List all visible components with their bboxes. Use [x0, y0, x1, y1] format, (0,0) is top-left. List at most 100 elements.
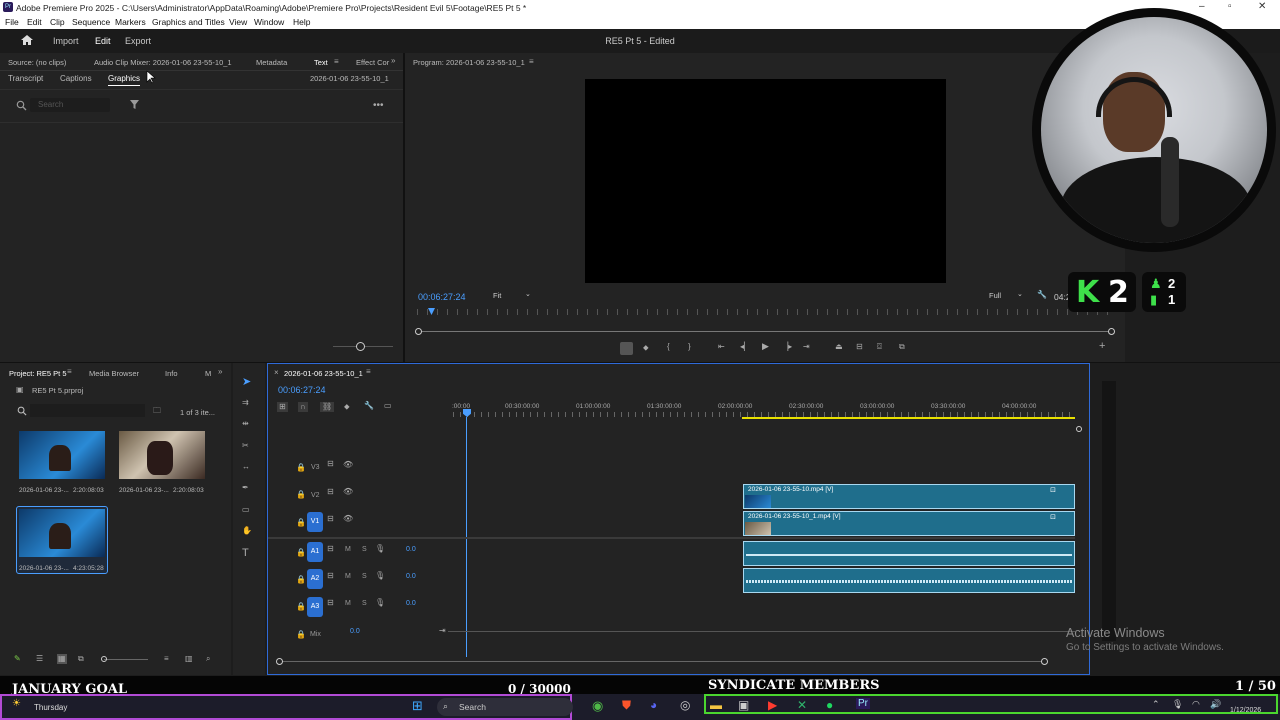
new-bin-icon[interactable]: 🗀	[153, 407, 161, 415]
captions-icon[interactable]: ▭	[384, 402, 392, 410]
hand-tool-icon[interactable]: ✋	[242, 527, 252, 535]
timeline-sequence-tab[interactable]: 2026-01-06 23-55-10_1	[284, 369, 363, 378]
chrome-icon[interactable]: ◉	[592, 698, 603, 714]
solo-button[interactable]: S	[362, 546, 367, 553]
microphone-icon[interactable]: 🎙	[375, 545, 385, 553]
menu-window[interactable]: Window	[254, 17, 284, 27]
audio-clip-a2[interactable]	[743, 568, 1075, 593]
menu-file[interactable]: File	[5, 17, 19, 27]
zoom-select[interactable]: Fit ⌄	[489, 289, 535, 302]
mark-out-icon[interactable]: }	[688, 343, 691, 351]
lock-icon[interactable]: 🔒	[296, 631, 306, 639]
taskbar-search[interactable]: ⌕ Search	[437, 698, 573, 716]
menu-sequence[interactable]: Sequence	[72, 17, 110, 27]
tab-media-browser[interactable]: Media Browser	[89, 369, 139, 378]
panel-menu-icon[interactable]: ≡	[334, 58, 339, 66]
video-clip-v1[interactable]: 2026-01-06 23-55-10_1.mp4 [V] ⊡	[743, 511, 1075, 536]
wrench-icon[interactable]: 🔧	[1037, 291, 1047, 299]
discord-icon[interactable]: ◕	[650, 698, 657, 712]
zoom-bar-start-handle[interactable]	[415, 328, 422, 335]
menu-markers[interactable]: Markers	[115, 17, 146, 27]
nest-icon[interactable]: ⊞	[277, 402, 288, 412]
razor-tool-icon[interactable]: ✂	[242, 442, 249, 450]
go-to-out-icon[interactable]: ⇥	[803, 343, 810, 351]
excel-icon[interactable]: ✕	[797, 698, 807, 712]
eye-icon[interactable]: 👁	[343, 515, 353, 523]
close-tab-icon[interactable]: ×	[274, 369, 279, 377]
maximize-icon[interactable]: ▫	[1228, 1, 1232, 12]
lock-icon[interactable]: 🔒	[296, 576, 306, 584]
windows-start-icon[interactable]: ⊞	[412, 698, 423, 714]
subtab-transcript[interactable]: Transcript	[8, 74, 43, 83]
automate-icon[interactable]: ▥	[185, 655, 193, 663]
eye-icon[interactable]: 👁	[343, 488, 353, 496]
go-to-in-icon[interactable]: ⇤	[718, 343, 725, 351]
tab-text[interactable]: Text	[314, 58, 328, 67]
extract-icon[interactable]: ⊟	[856, 343, 863, 351]
subtab-graphics[interactable]: Graphics	[108, 74, 140, 83]
nav-export[interactable]: Export	[125, 36, 151, 46]
go-to-end-icon[interactable]: ⇥	[439, 627, 446, 635]
menu-graphics-and-titles[interactable]: Graphics and Titles	[152, 17, 225, 27]
tab-more[interactable]: M	[205, 369, 211, 378]
selection-tool-icon[interactable]: ➤	[242, 377, 251, 388]
track-level[interactable]: 0.0	[406, 600, 416, 607]
panel-menu-icon[interactable]: ≡	[67, 368, 72, 376]
nav-import[interactable]: Import	[53, 36, 79, 46]
timeline-horizontal-scroll[interactable]	[279, 661, 1045, 662]
snap-icon[interactable]: ∩	[298, 402, 308, 412]
icon-view-icon[interactable]: ▦	[57, 654, 67, 664]
minimize-icon[interactable]: –	[1199, 1, 1205, 12]
ripple-edit-icon[interactable]: ⇹	[242, 420, 249, 428]
lock-icon[interactable]: 🔒	[296, 519, 306, 527]
program-timecode[interactable]: 00:06:27:24	[418, 292, 466, 302]
more-tabs-icon[interactable]: »	[218, 368, 222, 376]
more-options-icon[interactable]: •••	[373, 101, 384, 111]
program-ruler[interactable]	[417, 309, 1113, 315]
resolution-select[interactable]: Full ⌄	[985, 289, 1027, 302]
mix-level[interactable]: 0.0	[350, 628, 360, 635]
timeline-timecode[interactable]: 00:06:27:24	[278, 385, 326, 395]
file-explorer-icon[interactable]: ▬	[710, 698, 722, 712]
lock-icon[interactable]: 🔒	[296, 491, 306, 499]
nav-edit[interactable]: Edit	[95, 36, 111, 46]
tray-volume-icon[interactable]: 🔊	[1210, 699, 1221, 710]
sync-lock-icon[interactable]: ⊟	[327, 515, 334, 523]
lock-icon[interactable]: 🔒	[296, 603, 306, 611]
track-target-v1[interactable]: V1	[307, 512, 323, 532]
media-thumbnail[interactable]	[119, 431, 205, 479]
tray-chevron-icon[interactable]: ⌃	[1152, 699, 1160, 710]
sync-lock-icon[interactable]: ⊟	[327, 599, 334, 607]
scroll-end-handle[interactable]	[1041, 658, 1048, 665]
audio-clip-a1[interactable]	[743, 541, 1075, 566]
zoom-slider-handle[interactable]	[101, 656, 107, 662]
program-zoom-bar[interactable]	[418, 331, 1113, 332]
program-video-frame[interactable]	[585, 79, 946, 283]
spotify-icon[interactable]: ●	[826, 698, 833, 712]
more-tabs-icon[interactable]: »	[391, 57, 395, 65]
graphics-search-input[interactable]: Search	[30, 98, 110, 112]
youtube-icon[interactable]: ▶	[768, 698, 777, 712]
solo-button[interactable]: S	[362, 573, 367, 580]
slip-tool-icon[interactable]: ↔	[242, 463, 250, 471]
linked-selection-icon[interactable]: ⛓	[320, 402, 335, 412]
premiere-taskbar-icon[interactable]: Pr	[856, 698, 870, 709]
tab-project[interactable]: Project: RE5 Pt 5	[9, 369, 67, 378]
media-thumbnail[interactable]	[19, 509, 105, 557]
freeform-view-icon[interactable]: ⧉	[78, 655, 84, 663]
home-icon[interactable]	[20, 34, 34, 46]
step-forward-icon[interactable]: ▕▸	[782, 343, 792, 351]
tab-info[interactable]: Info	[165, 369, 178, 378]
settings-wrench-icon[interactable]: 🔧	[364, 402, 374, 410]
close-icon[interactable]: ✕	[1258, 1, 1266, 12]
terminal-icon[interactable]: ▣	[738, 698, 749, 712]
panel-menu-icon[interactable]: ≡	[366, 368, 371, 376]
mute-button[interactable]: M	[345, 573, 351, 580]
solo-button[interactable]: S	[362, 600, 367, 607]
add-button-icon[interactable]: +	[1099, 341, 1105, 352]
scroll-start-handle[interactable]	[276, 658, 283, 665]
track-level[interactable]: 0.0	[406, 573, 416, 580]
project-search-input[interactable]	[30, 404, 145, 417]
tab-source[interactable]: Source: (no clips)	[8, 58, 66, 67]
menu-help[interactable]: Help	[293, 17, 310, 27]
